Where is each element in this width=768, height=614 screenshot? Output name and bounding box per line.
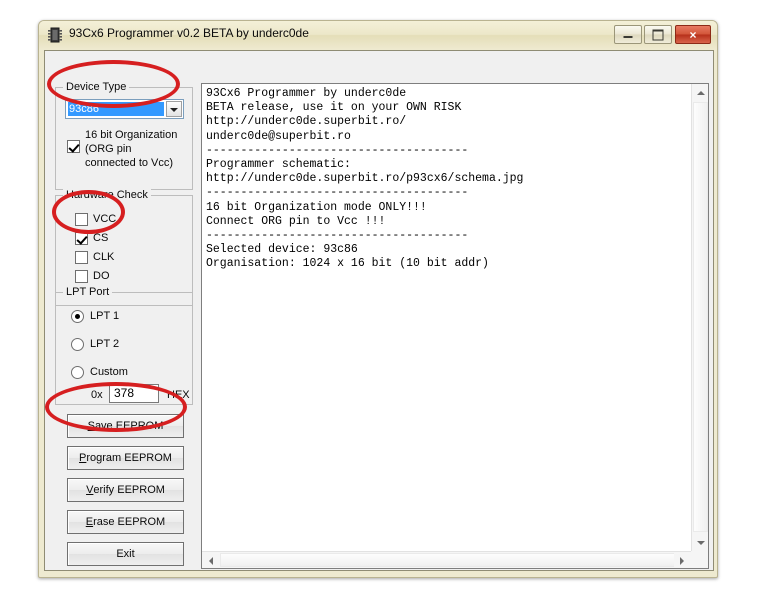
program-eeprom-button[interactable]: Program EEPROM <box>67 446 184 470</box>
lpt2-radio[interactable] <box>71 338 84 351</box>
scroll-down-icon[interactable] <box>692 534 708 551</box>
clk-label: CLK <box>93 251 115 263</box>
lpt-port-option-custom[interactable]: Custom <box>71 366 128 379</box>
vcc-label: VCC <box>93 213 117 225</box>
device-type-combobox[interactable]: 93c86 <box>65 99 184 119</box>
close-icon: × <box>689 27 697 42</box>
horizontal-scrollbar-thumb[interactable] <box>220 553 675 567</box>
client-area: Device Type 93c86 16 bit Organization (O… <box>44 50 714 571</box>
log-textarea[interactable]: 93Cx6 Programmer by underc0de BETA relea… <box>201 83 709 569</box>
custom-radio[interactable] <box>71 366 84 379</box>
save-button-label: ave EEPROM <box>94 420 164 432</box>
chip-icon <box>48 27 62 43</box>
clk-checkbox[interactable] <box>75 251 88 264</box>
lpt-port-group-label: LPT Port <box>63 286 113 298</box>
hardware-check-do[interactable]: DO <box>75 270 110 283</box>
lpt1-label: LPT 1 <box>90 310 120 322</box>
org-pin-label: 16 bit Organization (ORG pin connected t… <box>85 128 177 170</box>
verify-button-label: erify EEPROM <box>93 484 165 496</box>
verify-eeprom-button[interactable]: Verify EEPROM <box>67 478 184 502</box>
lpt2-label: LPT 2 <box>90 338 120 350</box>
do-label: DO <box>93 270 110 282</box>
chevron-down-icon[interactable] <box>166 101 182 117</box>
title-bar: 93Cx6 Programmer v0.2 BETA by underc0de … <box>39 21 717 49</box>
close-button[interactable]: × <box>675 25 711 44</box>
vcc-checkbox[interactable] <box>75 213 88 226</box>
custom-port-input[interactable]: 378 <box>109 384 159 403</box>
device-type-selected-value: 93c86 <box>68 102 164 116</box>
hardware-check-clk[interactable]: CLK <box>75 251 114 264</box>
lpt-port-option-lpt2[interactable]: LPT 2 <box>71 338 119 351</box>
erase-eeprom-button[interactable]: Erase EEPROM <box>67 510 184 534</box>
exit-button-label: Exit <box>116 548 135 560</box>
screen-root: 93Cx6 Programmer v0.2 BETA by underc0de … <box>0 0 768 614</box>
log-text-content: 93Cx6 Programmer by underc0de BETA relea… <box>206 87 524 271</box>
vertical-scrollbar-thumb[interactable] <box>693 102 708 532</box>
vertical-scrollbar[interactable] <box>691 84 708 551</box>
verify-button-mnemonic: V <box>86 484 94 496</box>
save-eeprom-button[interactable]: Save EEPROM <box>67 414 184 438</box>
program-button-mnemonic: P <box>79 452 87 464</box>
scroll-left-icon[interactable] <box>202 552 219 568</box>
minimize-icon <box>623 36 633 39</box>
scroll-up-icon[interactable] <box>692 84 708 101</box>
hardware-check-group-label: Hardware Check <box>63 189 151 201</box>
cs-label: CS <box>93 232 109 244</box>
exit-button[interactable]: Exit <box>67 542 184 566</box>
org-pin-checkbox-row[interactable]: 16 bit Organization (ORG pin connected t… <box>67 128 187 170</box>
device-type-group-label: Device Type <box>63 81 130 93</box>
hex-suffix-label: HEX <box>167 389 190 401</box>
do-checkbox[interactable] <box>75 270 88 283</box>
lpt1-radio[interactable] <box>71 310 84 323</box>
hardware-check-cs[interactable]: CS <box>75 232 108 245</box>
scroll-right-icon[interactable] <box>674 552 691 568</box>
maximize-button[interactable] <box>644 25 672 44</box>
program-button-label: rogram EEPROM <box>86 452 172 464</box>
horizontal-scrollbar[interactable] <box>202 551 691 568</box>
org-pin-label-line2: (ORG pin <box>85 143 132 155</box>
window-title: 93Cx6 Programmer v0.2 BETA by underc0de <box>69 26 309 40</box>
lpt-port-option-lpt1[interactable]: LPT 1 <box>71 310 119 323</box>
erase-button-mnemonic: E <box>85 516 94 528</box>
org-pin-label-line3: connected to Vcc) <box>85 157 174 169</box>
erase-button-label: rase EEPROM <box>93 516 166 528</box>
minimize-button[interactable] <box>614 25 642 44</box>
scrollbar-corner <box>691 551 708 568</box>
cs-checkbox[interactable] <box>75 232 88 245</box>
custom-label: Custom <box>90 366 128 378</box>
save-button-mnemonic: S <box>87 420 95 432</box>
org-pin-label-line1: 16 bit Organization <box>85 129 178 141</box>
org-pin-checkbox[interactable] <box>67 140 80 153</box>
hardware-check-vcc[interactable]: VCC <box>75 213 116 226</box>
maximize-icon <box>652 29 664 40</box>
hex-prefix-label: 0x <box>91 389 103 401</box>
application-window: 93Cx6 Programmer v0.2 BETA by underc0de … <box>38 20 718 578</box>
